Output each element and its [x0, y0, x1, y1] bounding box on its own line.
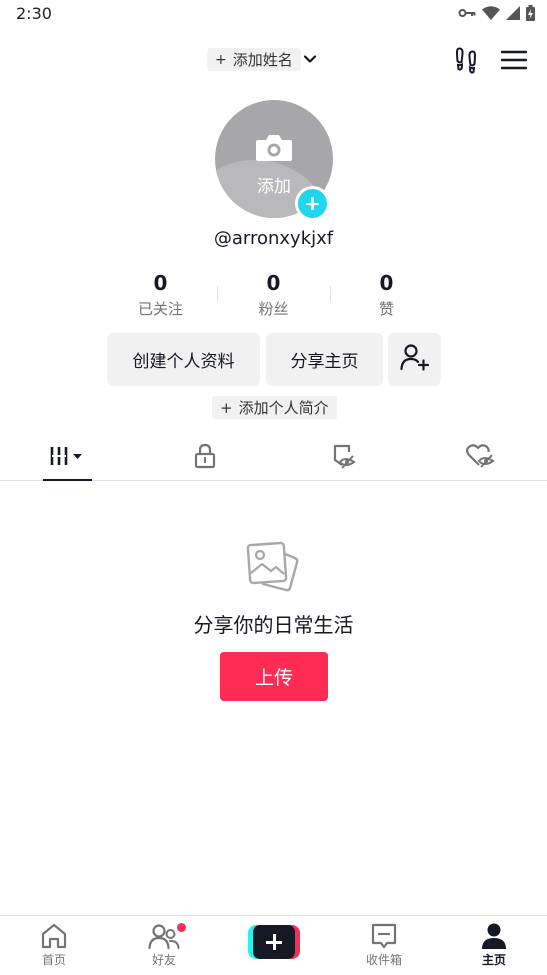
nav-label: 首页	[41, 953, 66, 967]
plus-icon: +	[215, 51, 227, 68]
username: @arronxykjxf	[213, 228, 334, 249]
stat-label: 赞	[378, 300, 394, 318]
signal-icon	[506, 6, 520, 20]
status-time: 2:30	[16, 4, 52, 23]
notification-badge	[177, 923, 186, 932]
lock-icon	[193, 443, 217, 473]
status-icons	[458, 5, 535, 21]
stat-likes[interactable]: 0 赞	[330, 270, 443, 322]
share-profile-button[interactable]: 分享主页	[266, 333, 383, 386]
create-plus-icon	[253, 925, 295, 959]
stat-followers[interactable]: 0 粉丝	[217, 270, 330, 322]
tab-private[interactable]	[188, 436, 222, 480]
chevron-down-icon[interactable]	[302, 51, 318, 71]
add-name-button[interactable]: + 添加姓名	[207, 48, 301, 71]
nav-home[interactable]: 首页	[14, 922, 94, 968]
empty-state-title: 分享你的日常生活	[193, 613, 354, 637]
key-icon	[458, 7, 476, 19]
add-avatar-plus-icon[interactable]	[295, 186, 330, 221]
profile-icon	[454, 922, 534, 950]
nav-label: 主页	[481, 953, 506, 967]
hidden-heart-icon	[465, 443, 495, 473]
add-friend-button[interactable]	[388, 333, 441, 386]
upload-button[interactable]: 上传	[220, 652, 328, 701]
nav-profile[interactable]: 主页	[454, 922, 534, 968]
tab-videos[interactable]	[43, 436, 92, 481]
bottom-nav: 首页 好友 收件箱 主页	[0, 915, 547, 975]
tab-liked[interactable]	[463, 436, 497, 480]
stat-following[interactable]: 0 已关注	[104, 270, 217, 322]
nav-inbox[interactable]: 收件箱	[344, 922, 424, 968]
stat-value: 0	[266, 271, 281, 295]
grid-icon	[49, 445, 87, 471]
camera-icon	[254, 132, 294, 168]
footprints-icon[interactable]	[452, 46, 480, 74]
add-bio-button[interactable]: + 添加个人简介	[212, 396, 337, 419]
add-user-icon	[399, 343, 430, 376]
content-tabs	[0, 436, 547, 481]
nav-label: 好友	[151, 953, 176, 967]
add-name-label: 添加姓名	[232, 51, 293, 69]
friends-icon	[124, 922, 204, 950]
stat-value: 0	[153, 271, 168, 295]
photos-icon	[245, 540, 303, 602]
wifi-icon	[482, 6, 500, 20]
add-bio-label: 添加个人简介	[238, 399, 329, 417]
plus-icon: +	[220, 398, 233, 417]
create-profile-button[interactable]: 创建个人资料	[107, 333, 260, 386]
menu-icon[interactable]	[500, 48, 528, 72]
profile-stats: 0 已关注 0 粉丝 0 赞	[104, 270, 443, 322]
create-button[interactable]	[248, 925, 300, 959]
stat-label: 粉丝	[258, 300, 289, 318]
nav-friends[interactable]: 好友	[124, 922, 204, 968]
home-icon	[14, 922, 94, 950]
hidden-bookmark-icon	[328, 443, 356, 473]
inbox-icon	[344, 922, 424, 950]
profile-header: + 添加姓名	[0, 40, 547, 80]
battery-charging-icon	[526, 5, 535, 21]
tab-favorites[interactable]	[325, 436, 359, 480]
status-bar: 2:30	[0, 0, 547, 28]
stat-label: 已关注	[137, 300, 183, 318]
nav-label: 收件箱	[365, 953, 402, 967]
stat-value: 0	[379, 271, 394, 295]
